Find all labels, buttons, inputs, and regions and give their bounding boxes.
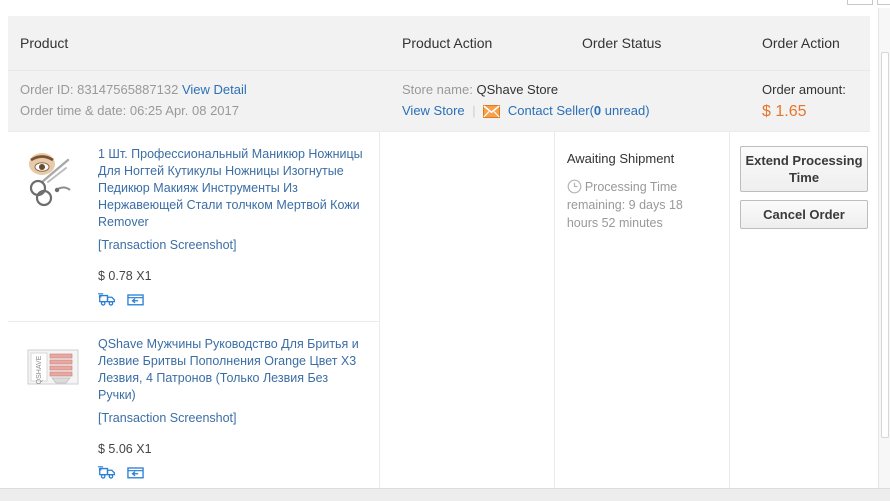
- order-body: 1 Шт. Профессиональный Маникюр Ножницы Д…: [8, 131, 870, 488]
- table-header-row: Product Product Action Order Status Orde…: [8, 16, 870, 71]
- order-id-line: Order ID: 83147565887132 View Detail: [20, 79, 390, 100]
- razor-blades-thumbnail[interactable]: QSHAVE: [22, 336, 86, 400]
- page-viewport: Product Product Action Order Status Orde…: [0, 8, 878, 488]
- return-refund-icon[interactable]: [126, 291, 145, 307]
- order-time-line: Order time & date: 06:25 Apr. 08 2017: [20, 100, 390, 121]
- order-amount-value: $ 1.65: [762, 103, 807, 120]
- store-summary-info: Store name: QShave Store View Store | Co…: [390, 79, 750, 123]
- column-header-product-action: Product Action: [402, 35, 493, 51]
- view-detail-link[interactable]: View Detail: [182, 82, 247, 97]
- shipping-truck-icon[interactable]: [98, 291, 117, 307]
- order-table: Product Product Action Order Status Orde…: [8, 16, 870, 488]
- manicure-scissors-thumbnail[interactable]: [22, 146, 86, 210]
- contact-seller-link[interactable]: Contact Seller(0 unread): [508, 103, 650, 118]
- store-name-line: Store name: QShave Store: [402, 79, 750, 100]
- order-status-block: Awaiting Shipment Processing Time remain…: [555, 132, 729, 246]
- product-price: $ 5.06 X1: [98, 442, 152, 456]
- view-store-link[interactable]: View Store: [402, 103, 465, 118]
- product-title[interactable]: QShave Мужчины Руководство Для Бритья и …: [98, 336, 369, 404]
- store-name-label: Store name:: [402, 82, 473, 97]
- column-header-order-status: Order Status: [582, 35, 662, 51]
- order-time-label: Order time & date:: [20, 103, 127, 118]
- order-amount-label: Order amount:: [762, 82, 846, 97]
- processing-time-text: Processing Time remaining: 9 days 18 hou…: [566, 180, 683, 230]
- product-action-column: [380, 132, 555, 488]
- order-status-column: Awaiting Shipment Processing Time remain…: [555, 132, 730, 488]
- order-status-title: Awaiting Shipment: [566, 151, 675, 166]
- clock-icon: [567, 179, 582, 194]
- store-name-value: QShave Store: [476, 82, 559, 97]
- transaction-screenshot-link[interactable]: [Transaction Screenshot]: [98, 237, 369, 254]
- page-scrollbar-thumb[interactable]: [881, 52, 889, 438]
- unread-suffix: unread): [601, 103, 650, 118]
- column-header-product: Product: [20, 35, 69, 51]
- page-root: Product Product Action Order Status Orde…: [0, 0, 890, 501]
- order-summary-bar: Order ID: 83147565887132 View Detail Ord…: [8, 71, 870, 131]
- page-bottom-strip: [0, 488, 890, 501]
- order-amount-block: Order amount: $ 1.65: [750, 79, 870, 123]
- order-summary-info: Order ID: 83147565887132 View Detail Ord…: [8, 79, 390, 123]
- shipping-truck-icon[interactable]: [98, 464, 117, 480]
- product-row: QSHAVE QShave Мужчины Руководство Для Бр…: [8, 322, 379, 488]
- order-id-value: 83147565887132: [77, 82, 179, 97]
- product-info: 1 Шт. Профессиональный Маникюр Ножницы Д…: [98, 146, 369, 307]
- transaction-screenshot-link[interactable]: [Transaction Screenshot]: [98, 410, 369, 427]
- product-price: $ 0.78 X1: [98, 269, 152, 283]
- store-links-line: View Store | Contact Seller(0 unread): [402, 100, 750, 121]
- return-refund-icon[interactable]: [126, 464, 145, 480]
- svg-text:QSHAVE: QSHAVE: [36, 355, 43, 384]
- window-control-button-2[interactable]: [877, 0, 890, 5]
- product-icon-group: [98, 291, 369, 307]
- product-info: QShave Мужчины Руководство Для Бритья и …: [98, 336, 369, 480]
- product-title[interactable]: 1 Шт. Профессиональный Маникюр Ножницы Д…: [98, 146, 369, 231]
- processing-time-note: Processing Time remaining: 9 days 18 hou…: [567, 178, 717, 232]
- window-control-button-1[interactable]: [847, 0, 873, 5]
- browser-chrome-strip: [0, 0, 890, 8]
- contact-seller-label: Contact Seller: [507, 103, 590, 118]
- order-action-buttons: Extend Processing Time Cancel Order: [730, 132, 870, 251]
- product-row: 1 Шт. Профессиональный Маникюр Ножницы Д…: [8, 132, 379, 322]
- column-header-order-action: Order Action: [762, 35, 840, 51]
- page-scrollbar-track[interactable]: [878, 8, 890, 488]
- order-time-value: 06:25 Apr. 08 2017: [129, 103, 239, 118]
- product-column: 1 Шт. Профессиональный Маникюр Ножницы Д…: [8, 132, 380, 488]
- order-id-label: Order ID:: [20, 82, 74, 97]
- product-icon-group: [98, 464, 369, 480]
- order-action-column: Extend Processing Time Cancel Order: [730, 132, 870, 488]
- extend-processing-time-button[interactable]: Extend Processing Time: [740, 146, 868, 192]
- mail-icon: [483, 103, 501, 118]
- cancel-order-button[interactable]: Cancel Order: [740, 200, 868, 229]
- link-separator: |: [472, 103, 476, 118]
